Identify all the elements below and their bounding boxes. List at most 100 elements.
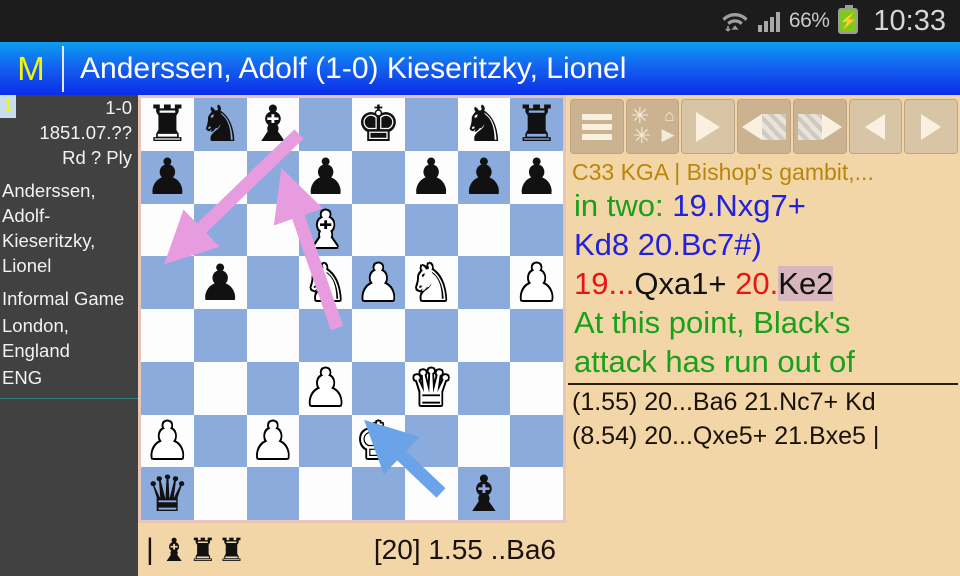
square-b4[interactable] xyxy=(193,309,247,362)
black-p-piece[interactable]: ♟ xyxy=(514,152,559,202)
square-c6[interactable] xyxy=(246,203,300,257)
chess-board-container[interactable]: ♜ ♞ ♝ ♚ ♞ ♜ ♟ ♟ ♟ ♟ ♟ ♝ ♟ ♞ ♟ ♞ ♟ ♟ ♛ ♟ ♟ ♚ ♛ ♝ xyxy=(138,95,566,523)
square-c1[interactable] xyxy=(246,467,300,520)
white-n-piece[interactable]: ♞ xyxy=(409,258,454,308)
square-f5[interactable]: ♞ xyxy=(404,256,458,309)
square-f4[interactable] xyxy=(404,309,458,362)
current-move-line[interactable]: 19...Qxa1+ 20.Ke2 xyxy=(566,264,960,303)
square-d4[interactable] xyxy=(299,309,352,362)
white-n-piece[interactable]: ♞ xyxy=(303,258,348,308)
white-p-piece[interactable]: ♟ xyxy=(303,363,348,413)
square-g6[interactable] xyxy=(457,203,511,257)
square-g8[interactable]: ♞ xyxy=(457,98,511,151)
square-a4[interactable] xyxy=(141,309,194,362)
black-r-piece[interactable]: ♜ xyxy=(145,99,190,149)
square-b3[interactable] xyxy=(193,361,247,415)
black-n-piece[interactable]: ♞ xyxy=(198,99,243,149)
square-e3[interactable] xyxy=(352,361,405,415)
square-a2[interactable]: ♟ xyxy=(141,414,194,468)
white-b-piece[interactable]: ♝ xyxy=(303,205,348,255)
prev-move-button[interactable] xyxy=(848,99,903,154)
square-e6[interactable] xyxy=(352,203,405,257)
board-forward-button[interactable] xyxy=(792,99,847,154)
white-q-piece[interactable]: ♛ xyxy=(409,363,454,413)
square-d3[interactable]: ♟ xyxy=(299,361,352,415)
black-q-piece[interactable]: ♛ xyxy=(145,469,190,519)
engine-line-2[interactable]: (8.54) 20...Qxe5+ 21.Bxe5 | xyxy=(566,419,960,453)
square-a5[interactable] xyxy=(141,256,194,309)
toolbar[interactable]: ✳ ✳ ⌂ ▶ xyxy=(566,95,960,156)
white-p-piece[interactable]: ♟ xyxy=(356,258,401,308)
square-g1[interactable]: ♝ xyxy=(457,467,511,520)
square-f6[interactable] xyxy=(404,203,458,257)
white-p-piece[interactable]: ♟ xyxy=(145,416,190,466)
square-d1[interactable] xyxy=(299,467,352,520)
square-d2[interactable] xyxy=(299,414,352,468)
black-b-piece[interactable]: ♝ xyxy=(250,99,295,149)
square-h6[interactable] xyxy=(510,203,563,257)
black-b-piece[interactable]: ♝ xyxy=(461,469,506,519)
square-c2[interactable]: ♟ xyxy=(246,414,300,468)
black-p-piece[interactable]: ♟ xyxy=(461,152,506,202)
square-c3[interactable] xyxy=(246,361,300,415)
white-k-piece[interactable]: ♚ xyxy=(356,416,401,466)
chess-board[interactable]: ♜ ♞ ♝ ♚ ♞ ♜ ♟ ♟ ♟ ♟ ♟ ♝ ♟ ♞ ♟ ♞ ♟ ♟ ♛ ♟ ♟ ♚ ♛ ♝ xyxy=(141,98,563,520)
square-b2[interactable] xyxy=(193,414,247,468)
square-c5[interactable] xyxy=(246,256,300,309)
square-b5[interactable]: ♟ xyxy=(193,256,247,309)
square-b8[interactable]: ♞ xyxy=(193,98,247,151)
square-g5[interactable] xyxy=(457,256,511,309)
square-b1[interactable] xyxy=(193,467,247,520)
square-e8[interactable]: ♚ xyxy=(352,98,405,151)
square-e7[interactable] xyxy=(352,150,405,204)
square-e4[interactable] xyxy=(352,309,405,362)
game-info-sidebar[interactable]: 1 1-0 1851.07.?? Rd ? Ply Anderssen, Ado… xyxy=(0,95,138,576)
black-move[interactable]: Qxa1+ xyxy=(634,266,726,301)
square-h8[interactable]: ♜ xyxy=(510,98,563,151)
square-d5[interactable]: ♞ xyxy=(299,256,352,309)
square-f3[interactable]: ♛ xyxy=(404,361,458,415)
black-p-piece[interactable]: ♟ xyxy=(145,152,190,202)
white-p-piece[interactable]: ♟ xyxy=(250,416,295,466)
black-r-piece[interactable]: ♜ xyxy=(514,99,559,149)
square-a3[interactable] xyxy=(141,361,194,415)
square-f8[interactable] xyxy=(404,98,458,151)
play-button[interactable] xyxy=(681,99,736,154)
black-p-piece[interactable]: ♟ xyxy=(198,258,243,308)
menu-button[interactable] xyxy=(570,99,624,154)
square-c4[interactable] xyxy=(246,309,300,362)
engine-settings-button[interactable]: ✳ ✳ ⌂ ▶ xyxy=(625,99,680,154)
square-h2[interactable] xyxy=(510,414,563,468)
square-b6[interactable] xyxy=(193,203,247,257)
engine-line-1[interactable]: (1.55) 20...Ba6 21.Nc7+ Kd xyxy=(566,385,960,419)
board-back-button[interactable] xyxy=(737,99,791,154)
square-f7[interactable]: ♟ xyxy=(404,150,458,204)
square-d8[interactable] xyxy=(299,98,352,151)
square-g2[interactable] xyxy=(457,414,511,468)
square-h7[interactable]: ♟ xyxy=(510,150,563,204)
square-h5[interactable]: ♟ xyxy=(510,256,563,309)
white-move-current[interactable]: Ke2 xyxy=(778,266,834,301)
square-h1[interactable] xyxy=(510,467,563,520)
square-a1[interactable]: ♛ xyxy=(141,467,194,520)
square-h3[interactable] xyxy=(510,361,563,415)
square-f1[interactable] xyxy=(404,467,458,520)
black-n-piece[interactable]: ♞ xyxy=(461,99,506,149)
square-c8[interactable]: ♝ xyxy=(246,98,300,151)
white-p-piece[interactable]: ♟ xyxy=(514,258,559,308)
square-f2[interactable] xyxy=(404,414,458,468)
black-p-piece[interactable]: ♟ xyxy=(409,152,454,202)
black-p-piece[interactable]: ♟ xyxy=(303,152,348,202)
square-g3[interactable] xyxy=(457,361,511,415)
square-g4[interactable] xyxy=(457,309,511,362)
square-g7[interactable]: ♟ xyxy=(457,150,511,204)
square-e2[interactable]: ♚ xyxy=(352,414,405,468)
analysis-panel[interactable]: ✳ ✳ ⌂ ▶ C33 KGA | Bishop's gambit,... in t… xyxy=(566,95,960,576)
square-d7[interactable]: ♟ xyxy=(299,150,352,204)
next-move-button[interactable] xyxy=(904,99,959,154)
square-e5[interactable]: ♟ xyxy=(352,256,405,309)
app-menu-letter[interactable]: M xyxy=(0,50,62,88)
square-e1[interactable] xyxy=(352,467,405,520)
square-b7[interactable] xyxy=(193,150,247,204)
square-a7[interactable]: ♟ xyxy=(141,150,194,204)
